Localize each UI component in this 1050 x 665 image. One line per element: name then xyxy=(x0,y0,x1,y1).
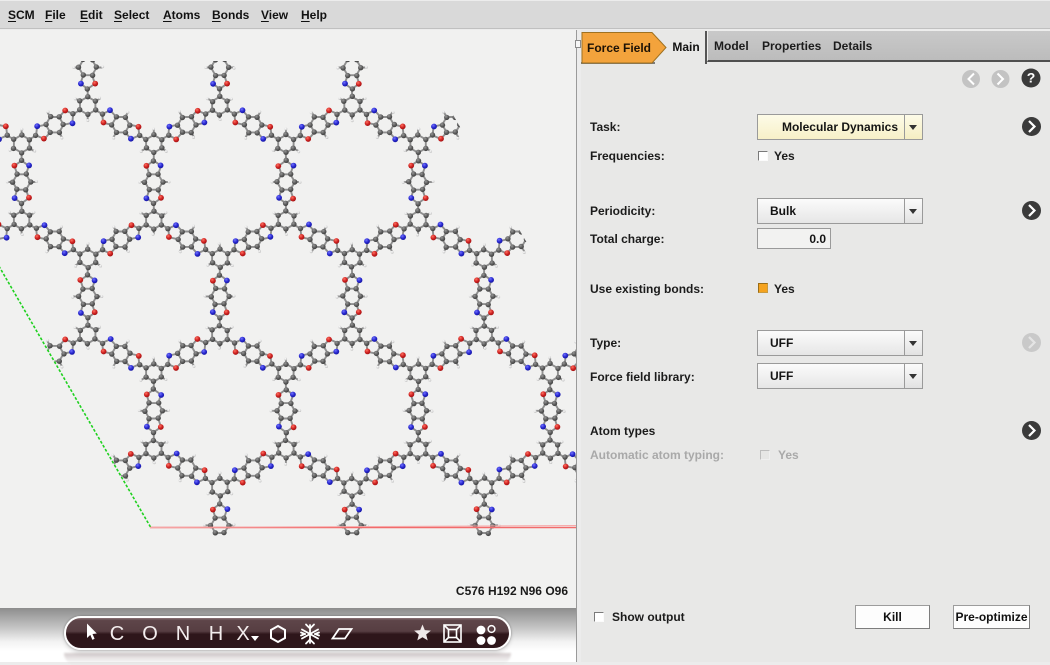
svg-text:?: ? xyxy=(1027,70,1036,86)
svg-text:X: X xyxy=(236,623,249,645)
svg-text:C: C xyxy=(110,623,124,645)
svg-text:H: H xyxy=(209,623,223,645)
svg-text:O: O xyxy=(142,623,158,645)
svg-text:N: N xyxy=(176,623,190,645)
